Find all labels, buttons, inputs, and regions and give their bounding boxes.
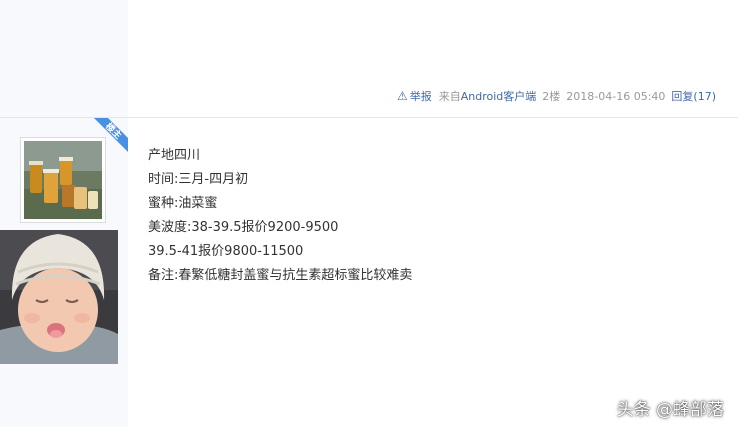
avatar[interactable]: [20, 137, 106, 223]
post-line: 备注:春繁低糖封盖蜜与抗生素超标蜜比较难卖: [148, 268, 413, 283]
post-meta-row: ⚠ 举报 来自Android客户端 2楼 2018-04-16 05:40 回复…: [397, 88, 716, 104]
author-sidebar-previous: [0, 0, 128, 117]
report-button[interactable]: ⚠ 举报: [397, 88, 432, 104]
client-source: 来自Android客户端: [439, 88, 537, 104]
post-line: 美波度:38-39.5报价9200-9500: [148, 220, 339, 235]
floor-number: 2楼: [542, 90, 561, 103]
watermark: 头条 @蜂部落: [616, 400, 724, 420]
post-line: 时间:三月-四月初: [148, 172, 249, 187]
post-line: 蜜种:油菜蜜: [148, 196, 218, 211]
reply-button[interactable]: 回复(17): [671, 88, 716, 104]
client-link[interactable]: Android客户端: [461, 90, 537, 103]
post-line: 产地四川: [148, 148, 201, 163]
report-label: 举报: [409, 90, 432, 103]
post-line: 39.5-41报价9800-11500: [148, 244, 304, 259]
post-timestamp: 2018-04-16 05:40: [566, 89, 666, 103]
post-content: 产地四川 时间:三月-四月初 蜜种:油菜蜜 美波度:38-39.5报价9200-…: [148, 144, 708, 288]
baby-image: [0, 230, 118, 364]
warning-icon: ⚠: [396, 89, 408, 103]
avatar-image: [24, 141, 102, 219]
signature-photo: [0, 230, 118, 364]
client-prefix: 来自: [438, 90, 461, 103]
